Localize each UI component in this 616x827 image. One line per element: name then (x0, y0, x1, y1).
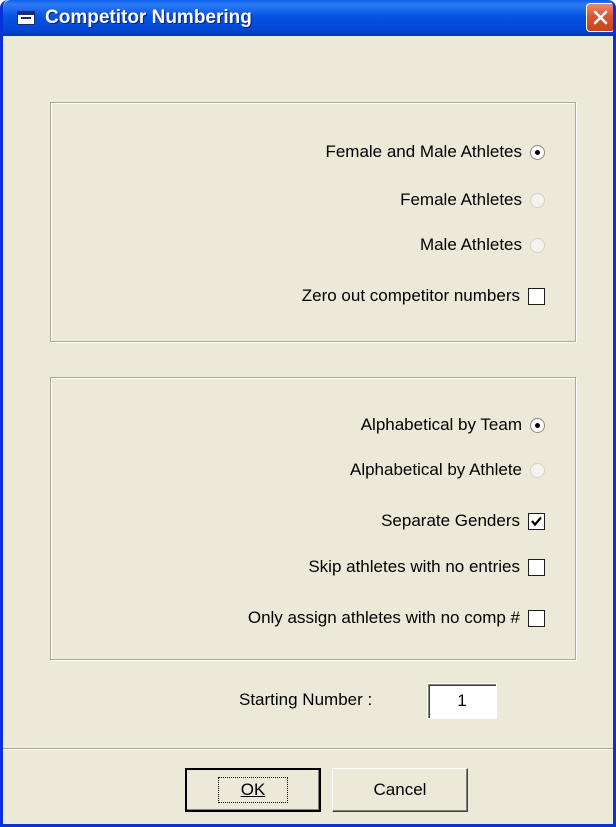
ok-label: OK (240, 780, 266, 799)
alpha-athlete-radio[interactable] (530, 462, 545, 478)
option-label: Alphabetical by Team (360, 415, 522, 434)
option-zero-out[interactable]: Zero out competitor numbers (302, 283, 545, 309)
female-radio[interactable] (530, 192, 545, 208)
option-label: Alphabetical by Athlete (349, 460, 522, 479)
close-button[interactable] (586, 3, 613, 32)
close-icon (593, 10, 608, 25)
option-female-and-male[interactable]: Female and Male Athletes (325, 139, 545, 165)
window-icon (17, 11, 35, 25)
skip-no-entries-checkbox[interactable] (528, 558, 545, 576)
option-alpha-team[interactable]: Alphabetical by Team (361, 412, 545, 438)
window-title: Competitor Numbering (45, 7, 252, 28)
option-label: Separate Genders (381, 511, 520, 530)
option-female[interactable]: Female Athletes (400, 187, 545, 213)
option-male[interactable]: Male Athletes (420, 232, 545, 258)
zero-out-checkbox[interactable] (528, 287, 545, 305)
competitor-numbering-dialog: Competitor Numbering Female and Male Ath… (0, 0, 616, 827)
option-skip-no-entries[interactable]: Skip athletes with no entries (308, 554, 545, 580)
ordering-group: Alphabetical by Team Alphabetical by Ath… (50, 377, 576, 660)
footer-divider (3, 748, 613, 750)
title-bar[interactable]: Competitor Numbering (3, 0, 613, 36)
female-and-male-radio[interactable] (530, 144, 545, 160)
option-label: Zero out competitor numbers (301, 286, 520, 305)
option-label: Female Athletes (400, 190, 522, 209)
option-label: Female and Male Athletes (325, 142, 522, 161)
athlete-filter-group: Female and Male Athletes Female Athletes… (50, 102, 576, 342)
cancel-button[interactable]: Cancel (332, 768, 468, 812)
option-only-no-comp[interactable]: Only assign athletes with no comp # (248, 605, 545, 631)
option-alpha-athlete[interactable]: Alphabetical by Athlete (350, 457, 545, 483)
separate-genders-checkbox[interactable] (528, 512, 545, 530)
option-separate-genders[interactable]: Separate Genders (381, 508, 545, 534)
ok-button[interactable]: OK (185, 768, 321, 812)
male-radio[interactable] (530, 237, 545, 253)
checkmark-icon (531, 516, 542, 526)
starting-number-label: Starting Number : (239, 690, 373, 709)
alpha-team-radio[interactable] (530, 417, 545, 433)
starting-number-input[interactable] (427, 683, 497, 719)
only-no-comp-checkbox[interactable] (528, 609, 545, 627)
option-label: Only assign athletes with no comp # (247, 608, 520, 627)
option-label: Skip athletes with no entries (308, 557, 520, 576)
cancel-label: Cancel (373, 780, 427, 799)
option-label: Male Athletes (419, 235, 522, 254)
